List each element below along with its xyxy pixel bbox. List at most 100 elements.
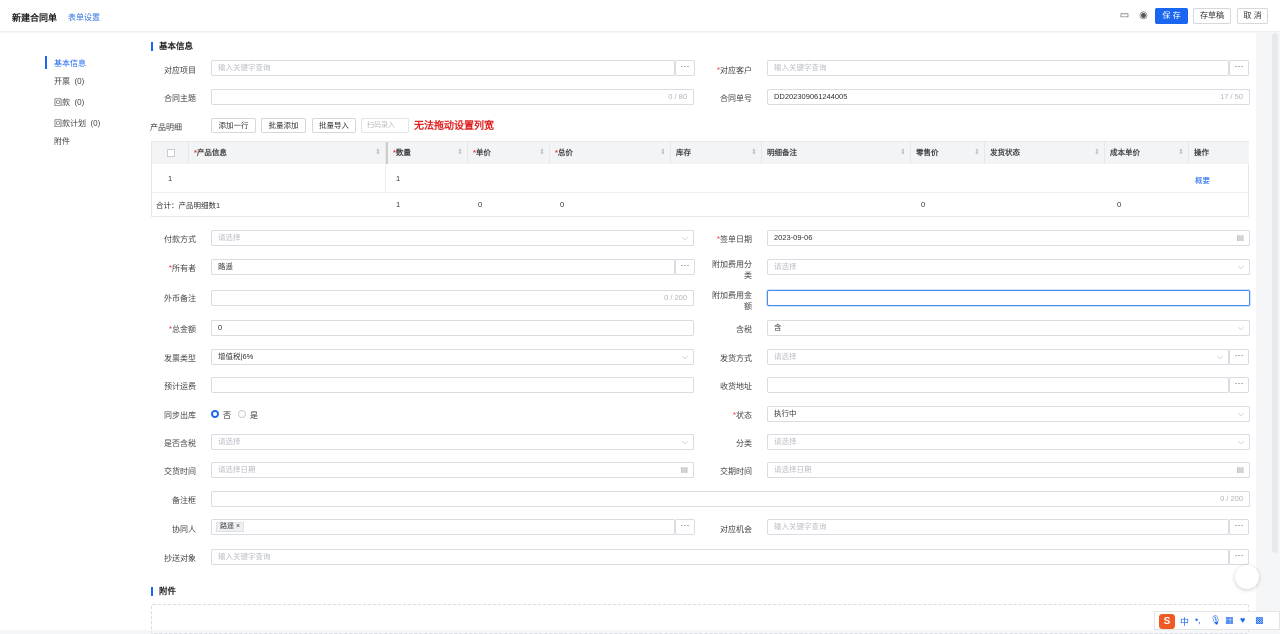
payment-select[interactable]: 请选择 ⌵ <box>211 230 694 246</box>
label-customer: *对应客户 <box>716 66 752 75</box>
punct-icon[interactable]: •, <box>1195 615 1201 625</box>
label-products: 产品明细 <box>150 123 182 132</box>
project-input[interactable]: 输入关键字查询 <box>211 60 675 76</box>
label-project: 对应项目 <box>164 66 196 75</box>
label-subject: 合同主题 <box>164 94 196 103</box>
ime-lang[interactable]: 中 <box>1180 615 1189 628</box>
qty-cell[interactable]: 1 <box>396 174 400 183</box>
batch-add-button[interactable]: 批量添加 <box>261 118 306 133</box>
toolbox-icon[interactable]: ▩ <box>1255 615 1264 626</box>
label-deliver-time: 交货时间 <box>164 467 196 476</box>
col-ship-status[interactable]: 发货状态 ⇕ <box>985 142 1105 164</box>
col-qty[interactable]: *数量 ⇕ <box>386 142 468 164</box>
radio-yes-label: 是 <box>250 411 258 420</box>
status-select[interactable]: 执行中 ⌵ <box>767 406 1250 422</box>
col-price[interactable]: *单价 ⇕ <box>468 142 550 164</box>
subject-input[interactable]: 0 / 80 <box>211 89 694 105</box>
radio-no[interactable] <box>211 410 219 418</box>
label-total: *总金额 <box>168 325 196 334</box>
label-sync-out: 同步出库 <box>164 411 196 420</box>
label-opportunity: 对应机会 <box>720 525 752 534</box>
due-time-input[interactable]: 请选择日期 ▤ <box>767 462 1250 478</box>
total-input[interactable]: 0 <box>211 320 694 336</box>
customer-picker-button[interactable]: ··· <box>1229 60 1249 76</box>
label-remark: 备注框 <box>172 496 196 505</box>
label-payment: 付款方式 <box>164 235 196 244</box>
extra-fee-cat-select[interactable]: 请选择 ⌵ <box>767 259 1250 275</box>
sign-date-input[interactable]: 2023-09-06 ▤ <box>767 230 1250 246</box>
label-status: *状态 <box>732 411 752 420</box>
number-input[interactable]: DD202309061244005 17 / 50 <box>767 89 1250 105</box>
owner-input[interactable]: 路遥 <box>211 259 675 275</box>
remark-input[interactable]: 0 / 200 <box>211 491 1250 507</box>
mic-icon[interactable]: 🎙 <box>1210 615 1221 626</box>
label-collab: 协同人 <box>172 525 196 534</box>
section-basic-info: 基本信息 <box>151 42 193 51</box>
summary-label: 合计：产品明细数1 <box>156 201 221 210</box>
scan-input[interactable]: 扫码录入 <box>361 118 409 133</box>
nav-invoice[interactable]: 开票 (0) <box>54 76 84 87</box>
freight-input[interactable] <box>211 377 694 393</box>
radio-no-label: 否 <box>223 411 231 420</box>
fx-note-input[interactable]: 0 / 200 <box>211 290 694 306</box>
opportunity-input[interactable]: 输入关键字查询 <box>767 519 1229 535</box>
preview-icon[interactable]: ◉ <box>1138 10 1149 21</box>
cc-input[interactable]: 输入关键字查询 <box>211 549 1229 565</box>
summary-retail: 0 <box>921 200 926 209</box>
opportunity-picker-button[interactable]: ··· <box>1229 519 1249 535</box>
label-is-tax: 是否含税 <box>164 439 196 448</box>
label-number: 合同单号 <box>720 94 752 103</box>
deliver-time-input[interactable]: 请选择日期 ▤ <box>211 462 694 478</box>
summary-link[interactable]: 概要 <box>1195 175 1210 186</box>
collab-tag[interactable]: 路遥 × <box>216 522 245 532</box>
form-settings-link[interactable]: 表单设置 <box>68 12 100 23</box>
label-owner: *所有者 <box>168 264 196 273</box>
save-draft-button[interactable]: 存草稿 <box>1193 8 1231 24</box>
col-retail[interactable]: 零售价 ⇕ <box>911 142 985 164</box>
extra-fee-amt-input[interactable] <box>767 290 1250 306</box>
monitor-icon[interactable]: ▭ <box>1119 10 1130 21</box>
tax-select[interactable]: 含 ⌵ <box>767 320 1250 336</box>
col-stock[interactable]: 库存 ⇕ <box>671 142 762 164</box>
label-due-time: 交期时间 <box>720 467 752 476</box>
sogou-logo-icon[interactable]: S <box>1159 614 1175 629</box>
ship-method-select[interactable]: 请选择 ⌵ <box>767 349 1229 365</box>
ime-toolbar: S 中 •, 🎙 ▦ ♥ ▩ <box>1154 611 1280 630</box>
skin-icon[interactable]: ♥ <box>1240 615 1245 625</box>
radio-yes[interactable] <box>238 410 246 418</box>
ship-addr-input[interactable] <box>767 377 1229 393</box>
product-table: *产品信息 ⇕ *数量 ⇕ *单价 ⇕ *总价 ⇕ 库存 ⇕ 明细备注 ⇕ 零售价 ⇕ 发货状… <box>151 141 1249 217</box>
cc-picker-button[interactable]: ··· <box>1229 549 1249 565</box>
scrollbar[interactable] <box>1272 33 1278 553</box>
ship-addr-picker-button[interactable]: ··· <box>1229 377 1249 393</box>
collab-input[interactable]: 路遥 × <box>211 519 675 535</box>
nav-payment-plan[interactable]: 回款计划 (0) <box>54 118 100 129</box>
keyboard-icon[interactable]: ▦ <box>1225 615 1234 626</box>
col-total[interactable]: *总价 ⇕ <box>550 142 671 164</box>
cancel-button[interactable]: 取 消 <box>1237 8 1268 24</box>
batch-import-button[interactable]: 批量导入 <box>312 118 356 133</box>
save-button[interactable]: 保 存 <box>1155 8 1188 24</box>
category-select[interactable]: 请选择 ⌵ <box>767 434 1250 450</box>
col-note[interactable]: 明细备注 ⇕ <box>762 142 911 164</box>
summary-price: 0 <box>478 200 483 209</box>
label-ship-addr: 收货地址 <box>720 382 752 391</box>
top-bar: 新建合同单 表单设置 ▭ ◉ 保 存 存草稿 取 消 <box>0 0 1280 32</box>
label-sign-date: *签单日期 <box>716 235 752 244</box>
product-cell[interactable] <box>189 164 386 192</box>
customer-input[interactable]: 输入关键字查询 <box>767 60 1229 76</box>
floating-button[interactable] <box>1235 565 1259 589</box>
label-category: 分类 <box>736 439 752 448</box>
nav-attachment[interactable]: 附件 <box>54 136 70 147</box>
nav-basic-info[interactable]: 基本信息 <box>54 58 86 69</box>
header-checkbox[interactable] <box>152 142 189 164</box>
invoice-type-select[interactable]: 增值税|6% ⌵ <box>211 349 694 365</box>
is-tax-select[interactable]: 请选择 ⌵ <box>211 434 694 450</box>
ship-method-picker-button[interactable]: ··· <box>1229 349 1249 365</box>
summary-total: 0 <box>560 200 565 209</box>
nav-payment[interactable]: 回款 (0) <box>54 97 84 108</box>
add-row-button[interactable]: 添加一行 <box>211 118 256 133</box>
col-product[interactable]: *产品信息 ⇕ <box>189 142 386 164</box>
annotation-text: 无法拖动设置列宽 <box>414 121 494 132</box>
col-cost[interactable]: 成本单价 ⇕ <box>1105 142 1189 164</box>
